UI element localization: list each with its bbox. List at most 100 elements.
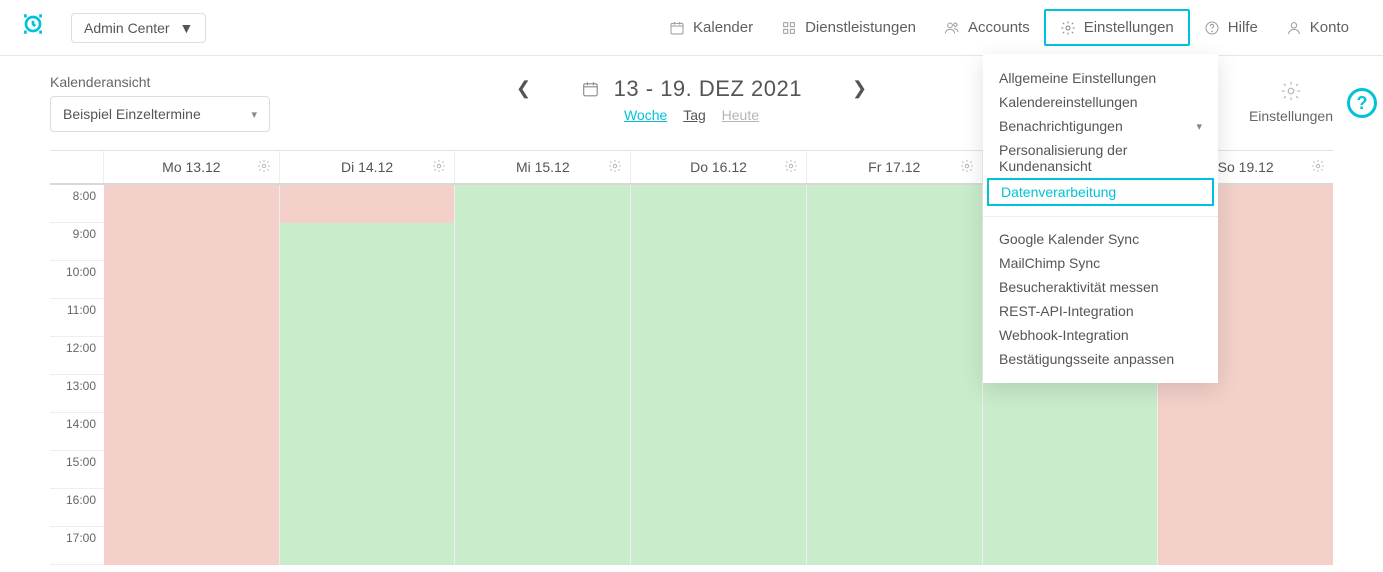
dd-mailchimp-sync[interactable]: MailChimp Sync <box>983 251 1218 275</box>
dd-webhook[interactable]: Webhook-Integration <box>983 323 1218 347</box>
calendar-cell[interactable] <box>104 185 280 222</box>
day-settings-button[interactable] <box>432 159 446 176</box>
toggle-day[interactable]: Tag <box>683 107 706 123</box>
calendar-cell[interactable] <box>280 337 456 374</box>
dd-benachrichtigungen[interactable]: Benachrichtigungen▾ <box>983 114 1218 138</box>
calendar-cell[interactable] <box>807 489 983 526</box>
nav-konto[interactable]: Konto <box>1272 11 1363 44</box>
calendar-cell[interactable] <box>455 527 631 564</box>
toggle-week[interactable]: Woche <box>624 107 667 123</box>
calendar-cell[interactable] <box>1158 489 1333 526</box>
dd-personalisierung[interactable]: Personalisierung der Kundenansicht <box>983 138 1218 178</box>
calendar-cell[interactable] <box>104 375 280 412</box>
dd-bestaetigungsseite[interactable]: Bestätigungsseite anpassen <box>983 347 1218 371</box>
nav-einstellungen[interactable]: Einstellungen <box>1044 9 1190 46</box>
calendar-cell[interactable] <box>807 413 983 450</box>
calendar-cell[interactable] <box>280 223 456 260</box>
calendar-cell[interactable] <box>104 451 280 488</box>
calendar-cell[interactable] <box>807 299 983 336</box>
quick-settings[interactable]: Einstellungen <box>1249 80 1333 124</box>
hour-label: 15:00 <box>50 443 104 480</box>
calendar-cell[interactable] <box>807 337 983 374</box>
gear-icon <box>257 159 271 173</box>
calendar-cell[interactable] <box>455 413 631 450</box>
calendar-cell[interactable] <box>1158 527 1333 564</box>
calendar-cell[interactable] <box>280 299 456 336</box>
dd-kalender-label: Kalendereinstellungen <box>999 94 1138 110</box>
calendar-cell[interactable] <box>455 261 631 298</box>
nav-accounts[interactable]: Accounts <box>930 11 1044 44</box>
dropdown-divider <box>983 216 1218 217</box>
help-bubble[interactable]: ? <box>1347 88 1377 118</box>
dd-allgemeine[interactable]: Allgemeine Einstellungen <box>983 66 1218 90</box>
calendar-cell[interactable] <box>807 261 983 298</box>
calendar-cell[interactable] <box>455 375 631 412</box>
calendar-cell[interactable] <box>631 413 807 450</box>
calendar-view-select[interactable]: Beispiel Einzeltermine ▾ <box>50 96 270 132</box>
dd-besucheraktivitaet[interactable]: Besucheraktivität messen <box>983 275 1218 299</box>
calendar-cell[interactable] <box>280 489 456 526</box>
day-header: Mo 13.12 <box>104 151 280 183</box>
nav-dienstleistungen[interactable]: Dienstleistungen <box>767 11 930 44</box>
calendar-cell[interactable] <box>807 223 983 260</box>
calendar-cell[interactable] <box>104 489 280 526</box>
dd-kalendereinstellungen[interactable]: Kalendereinstellungen <box>983 90 1218 114</box>
calendar-cell[interactable] <box>455 337 631 374</box>
calendar-cell[interactable] <box>807 527 983 564</box>
calendar-cell[interactable] <box>104 413 280 450</box>
dd-google-sync[interactable]: Google Kalender Sync <box>983 227 1218 251</box>
calendar-cell[interactable] <box>1158 451 1333 488</box>
calendar-cell[interactable] <box>455 299 631 336</box>
calendar-cell[interactable] <box>280 375 456 412</box>
calendar-cell[interactable] <box>807 451 983 488</box>
calendar-cell[interactable] <box>280 413 456 450</box>
calendar-cell[interactable] <box>1158 413 1333 450</box>
day-settings-button[interactable] <box>960 159 974 176</box>
day-settings-button[interactable] <box>257 159 271 176</box>
next-week-button[interactable]: ❯ <box>842 74 877 103</box>
calendar-cell[interactable] <box>631 375 807 412</box>
calendar-cell[interactable] <box>455 489 631 526</box>
calendar-cell[interactable] <box>455 185 631 222</box>
calendar-cell[interactable] <box>280 527 456 564</box>
calendar-cell[interactable] <box>104 223 280 260</box>
nav-hilfe[interactable]: Hilfe <box>1190 11 1272 44</box>
calendar-cell[interactable] <box>455 223 631 260</box>
calendar-cell[interactable] <box>631 337 807 374</box>
calendar-cell[interactable] <box>104 527 280 564</box>
dd-rest-label: REST-API-Integration <box>999 303 1134 319</box>
dd-rest-api[interactable]: REST-API-Integration <box>983 299 1218 323</box>
calendar-cell[interactable] <box>983 413 1159 450</box>
calendar-cell[interactable] <box>631 489 807 526</box>
calendar-cell[interactable] <box>631 185 807 222</box>
calendar-cell[interactable] <box>983 527 1159 564</box>
toggle-today[interactable]: Heute <box>722 107 759 123</box>
calendar-cell[interactable] <box>104 261 280 298</box>
day-settings-button[interactable] <box>1311 159 1325 176</box>
calendar-cell[interactable] <box>807 375 983 412</box>
date-range[interactable]: 13 - 19. DEZ 2021 <box>581 76 802 102</box>
dd-bestaet-label: Bestätigungsseite anpassen <box>999 351 1174 367</box>
day-header-label: Fr 17.12 <box>868 159 920 175</box>
nav-hilfe-label: Hilfe <box>1228 19 1258 36</box>
calendar-cell[interactable] <box>983 451 1159 488</box>
calendar-cell[interactable] <box>983 489 1159 526</box>
calendar-cell[interactable] <box>631 299 807 336</box>
nav-kalender[interactable]: Kalender <box>655 11 767 44</box>
calendar-cell[interactable] <box>631 451 807 488</box>
calendar-cell[interactable] <box>631 527 807 564</box>
calendar-cell[interactable] <box>631 223 807 260</box>
calendar-cell[interactable] <box>104 337 280 374</box>
prev-week-button[interactable]: ❮ <box>506 74 541 103</box>
dd-datenverarbeitung[interactable]: Datenverarbeitung <box>987 178 1214 206</box>
calendar-cell[interactable] <box>807 185 983 222</box>
admin-center-select[interactable]: Admin Center ▼ <box>71 13 206 43</box>
calendar-cell[interactable] <box>280 261 456 298</box>
day-settings-button[interactable] <box>608 159 622 176</box>
calendar-cell[interactable] <box>455 451 631 488</box>
calendar-cell[interactable] <box>280 451 456 488</box>
calendar-cell[interactable] <box>104 299 280 336</box>
day-settings-button[interactable] <box>784 159 798 176</box>
calendar-cell[interactable] <box>280 185 456 222</box>
calendar-cell[interactable] <box>631 261 807 298</box>
